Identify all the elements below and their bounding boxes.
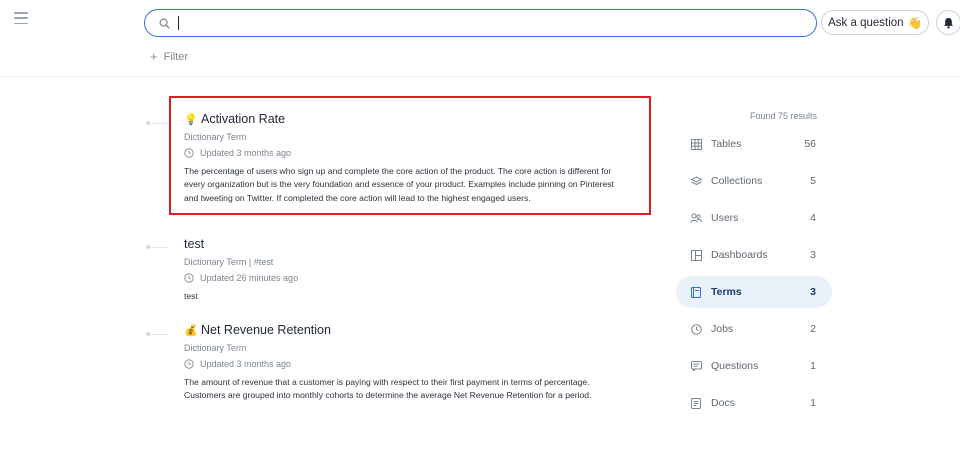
facet-label: Terms bbox=[711, 286, 742, 298]
clock-icon bbox=[184, 359, 194, 369]
result-updated-text: Updated 3 months ago bbox=[200, 359, 292, 369]
facet-count: 3 bbox=[810, 249, 816, 261]
question-icon bbox=[690, 360, 702, 372]
facet-docs[interactable]: Docs 1 bbox=[676, 387, 832, 419]
result-updated: Updated 26 minutes ago bbox=[184, 273, 624, 283]
search-input[interactable] bbox=[181, 13, 781, 33]
header-divider bbox=[0, 76, 960, 77]
facet-label: Collections bbox=[711, 175, 763, 187]
notifications-button[interactable] bbox=[936, 10, 960, 35]
result-title: 💰 Net Revenue Retention bbox=[184, 322, 624, 338]
filter-label: Filter bbox=[163, 50, 189, 63]
users-icon bbox=[690, 212, 702, 224]
results-count: Found 75 results bbox=[750, 111, 818, 121]
table-icon bbox=[690, 138, 702, 150]
facet-count: 1 bbox=[810, 397, 816, 409]
result-title-text[interactable]: Net Revenue Retention bbox=[201, 323, 331, 337]
facet-tables[interactable]: Tables 56 bbox=[676, 128, 832, 160]
search-bar[interactable] bbox=[144, 9, 817, 37]
facet-count: 5 bbox=[810, 175, 816, 187]
result-updated-text: Updated 26 minutes ago bbox=[200, 273, 299, 283]
result-test[interactable]: test Dictionary Term | #test Updated 26 … bbox=[184, 236, 624, 303]
facet-terms[interactable]: Terms 3 bbox=[676, 276, 832, 308]
money-bag-icon: 💰 bbox=[184, 324, 198, 337]
facet-count: 4 bbox=[810, 212, 816, 224]
collection-icon bbox=[690, 175, 702, 187]
facet-count: 2 bbox=[810, 323, 816, 335]
timeline-dot bbox=[146, 121, 168, 125]
selection-highlight bbox=[169, 96, 651, 215]
facet-jobs[interactable]: Jobs 2 bbox=[676, 313, 832, 345]
search-icon bbox=[159, 18, 170, 29]
facet-label: Questions bbox=[711, 360, 759, 372]
facet-label: Dashboards bbox=[711, 249, 768, 261]
result-description: test bbox=[184, 291, 198, 301]
facet-label: Users bbox=[711, 212, 739, 224]
book-icon bbox=[690, 286, 702, 298]
clock-icon bbox=[184, 273, 194, 283]
facet-label: Docs bbox=[711, 397, 735, 409]
plus-icon: + bbox=[150, 49, 158, 64]
facet-dashboards[interactable]: Dashboards 3 bbox=[676, 239, 832, 271]
clock-icon bbox=[690, 323, 702, 335]
facet-count: 1 bbox=[810, 360, 816, 372]
filter-button[interactable]: + Filter bbox=[150, 50, 188, 63]
dashboard-icon bbox=[690, 249, 702, 261]
result-type: Dictionary Term bbox=[184, 343, 247, 353]
doc-icon bbox=[690, 397, 702, 409]
facet-label: Tables bbox=[711, 138, 742, 150]
result-title: test bbox=[184, 236, 624, 252]
result-net-revenue-retention[interactable]: 💰 Net Revenue Retention Dictionary Term … bbox=[184, 322, 624, 403]
result-title-text[interactable]: test bbox=[184, 237, 204, 251]
wave-emoji: 👋 bbox=[907, 17, 922, 30]
ask-question-button[interactable]: Ask a question 👋 bbox=[821, 10, 929, 35]
result-updated: Updated 3 months ago bbox=[184, 359, 624, 369]
bell-icon bbox=[943, 17, 954, 28]
result-description: The amount of revenue that a customer is… bbox=[184, 377, 592, 401]
facet-questions[interactable]: Questions 1 bbox=[676, 350, 832, 382]
facet-users[interactable]: Users 4 bbox=[676, 202, 832, 234]
facet-collections[interactable]: Collections 5 bbox=[676, 165, 832, 197]
text-cursor bbox=[178, 16, 179, 30]
facet-count: 3 bbox=[810, 286, 816, 298]
ask-question-label: Ask a question bbox=[828, 16, 904, 29]
timeline-dot bbox=[146, 245, 168, 249]
menu-icon[interactable] bbox=[14, 12, 28, 24]
facet-label: Jobs bbox=[711, 323, 734, 335]
facet-count: 56 bbox=[804, 138, 816, 150]
timeline-dot bbox=[146, 332, 168, 336]
result-type: Dictionary Term | #test bbox=[184, 257, 274, 267]
